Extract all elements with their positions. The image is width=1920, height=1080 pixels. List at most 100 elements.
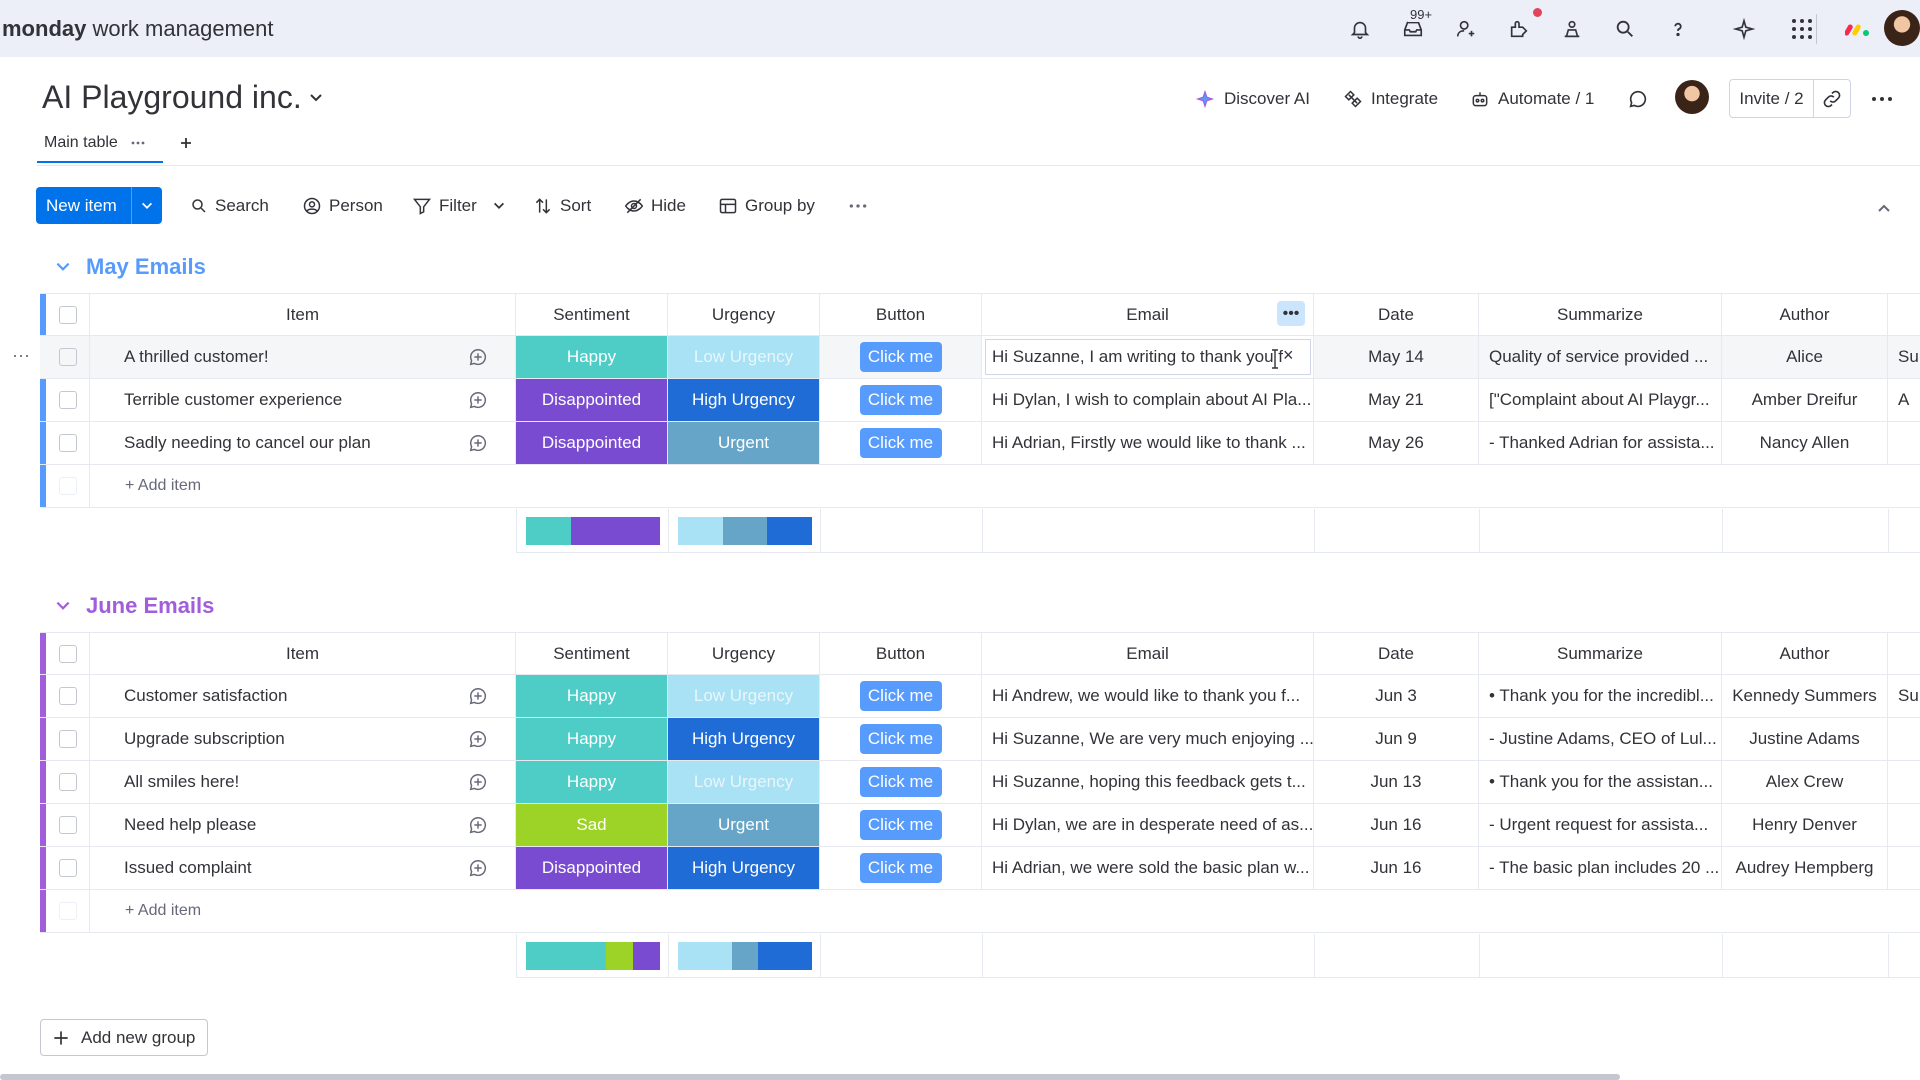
column-header-item[interactable]: Item	[90, 633, 516, 674]
select-all-checkbox[interactable]	[58, 305, 77, 324]
sort-button[interactable]: Sort	[533, 192, 591, 220]
person-filter-button[interactable]: Person	[302, 192, 383, 220]
click-me-button[interactable]: Click me	[859, 853, 942, 883]
ai-sparkle-icon[interactable]	[1731, 16, 1757, 42]
summary-cell[interactable]: - Urgent request for assista...	[1479, 804, 1722, 846]
summary-cell[interactable]: - Justine Adams, CEO of Lul...	[1479, 718, 1722, 760]
date-cell[interactable]: Jun 16	[1314, 847, 1479, 889]
urgency-summary[interactable]	[678, 934, 812, 978]
date-cell[interactable]: Jun 13	[1314, 761, 1479, 803]
sentiment-status[interactable]: Happy	[516, 336, 668, 378]
email-cell[interactable]: Hi Adrian, we were sold the basic plan w…	[982, 847, 1314, 889]
app-switcher-grid-icon[interactable]	[1789, 16, 1815, 42]
click-me-button[interactable]: Click me	[859, 342, 942, 372]
table-row[interactable]: Issued complaint Disappointed High Urgency…	[40, 847, 1920, 890]
add-item-link[interactable]: + Add item	[125, 477, 201, 495]
invite-button[interactable]: Invite / 2	[1730, 80, 1814, 117]
author-cell[interactable]: Justine Adams	[1722, 718, 1888, 760]
group-by-button[interactable]: Group by	[718, 192, 815, 220]
row-checkbox[interactable]	[58, 391, 77, 409]
clear-cell-icon[interactable]: ×	[1283, 345, 1294, 366]
sentiment-status[interactable]: Happy	[516, 761, 668, 803]
copy-link-icon[interactable]	[1814, 88, 1850, 110]
chevron-down-icon[interactable]	[492, 199, 506, 213]
author-cell[interactable]: Alex Crew	[1722, 761, 1888, 803]
chevron-down-icon[interactable]	[132, 199, 162, 213]
email-cell[interactable]: Hi Andrew, we would like to thank you f.…	[982, 675, 1314, 717]
automate-button[interactable]: Automate / 1	[1470, 84, 1594, 114]
column-header-urgency[interactable]: Urgency	[668, 633, 820, 674]
column-header-email[interactable]: Email	[982, 633, 1314, 674]
column-header-date[interactable]: Date	[1314, 294, 1479, 335]
board-owner-avatar[interactable]	[1675, 80, 1709, 114]
sentiment-status[interactable]: Happy	[516, 675, 668, 717]
item-name[interactable]: Issued complaint	[90, 847, 480, 889]
new-item-button[interactable]: New item	[36, 187, 132, 224]
column-header-extra[interactable]	[1888, 633, 1920, 674]
add-update-icon[interactable]	[440, 379, 516, 421]
author-cell[interactable]: Nancy Allen	[1722, 422, 1888, 464]
email-cell[interactable]: Hi Suzanne, I am writing to thank you f	[982, 336, 1314, 378]
updates-chat-icon[interactable]	[1627, 84, 1649, 114]
table-row[interactable]: Sadly needing to cancel our plan Disappoi…	[40, 422, 1920, 465]
author-cell[interactable]: Alice	[1722, 336, 1888, 378]
add-update-icon[interactable]	[440, 804, 516, 846]
select-all-checkbox[interactable]	[58, 644, 77, 663]
column-header-sentiment[interactable]: Sentiment	[516, 633, 668, 674]
column-header-sentiment[interactable]: Sentiment	[516, 294, 668, 335]
tab-main-table[interactable]: Main table	[44, 134, 118, 152]
author-cell[interactable]: Kennedy Summers	[1722, 675, 1888, 717]
group-title[interactable]: June Emails	[86, 593, 214, 619]
date-cell[interactable]: May 14	[1314, 336, 1479, 378]
discover-ai-button[interactable]: Discover AI	[1194, 84, 1310, 114]
group-title[interactable]: May Emails	[86, 254, 206, 280]
item-name[interactable]: Sadly needing to cancel our plan	[90, 422, 480, 464]
search-icon[interactable]	[1612, 16, 1638, 42]
column-header-summarize[interactable]: Summarize	[1479, 294, 1722, 335]
item-name[interactable]: Customer satisfaction	[90, 675, 480, 717]
row-checkbox[interactable]	[58, 773, 77, 791]
group-header[interactable]: May Emails	[54, 254, 206, 280]
row-checkbox[interactable]	[58, 859, 77, 877]
urgency-status[interactable]: Urgent	[668, 804, 820, 846]
email-column-menu-icon[interactable]: •••	[1277, 301, 1305, 326]
add-update-icon[interactable]	[440, 675, 516, 717]
summary-cell[interactable]: Quality of service provided ...	[1479, 336, 1722, 378]
hide-button[interactable]: Hide	[624, 192, 686, 220]
group-header[interactable]: June Emails	[54, 593, 214, 619]
summary-cell[interactable]: - The basic plan includes 20 ...	[1479, 847, 1722, 889]
add-view-icon[interactable]	[178, 135, 194, 151]
add-update-icon[interactable]	[440, 336, 516, 378]
urgency-summary[interactable]	[678, 509, 812, 553]
author-cell[interactable]: Henry Denver	[1722, 804, 1888, 846]
email-cell[interactable]: Hi Suzanne, We are very much enjoying ..…	[982, 718, 1314, 760]
filter-button[interactable]: Filter	[412, 192, 506, 220]
sentiment-status[interactable]: Disappointed	[516, 422, 668, 464]
summary-cell[interactable]: - Thanked Adrian for assista...	[1479, 422, 1722, 464]
bell-icon[interactable]	[1347, 16, 1373, 42]
add-item-row[interactable]: + Add item	[40, 465, 1920, 508]
brand-logo[interactable]: monday work management	[2, 16, 273, 42]
urgency-status[interactable]: High Urgency	[668, 379, 820, 421]
table-row[interactable]: A thrilled customer! Happy Low Urgency Clic…	[40, 336, 1920, 379]
sentiment-status[interactable]: Happy	[516, 718, 668, 760]
add-update-icon[interactable]	[440, 847, 516, 889]
click-me-button[interactable]: Click me	[859, 767, 942, 797]
user-avatar[interactable]	[1884, 10, 1920, 46]
email-cell[interactable]: Hi Dylan, we are in desperate need of as…	[982, 804, 1314, 846]
date-cell[interactable]: May 26	[1314, 422, 1479, 464]
row-checkbox[interactable]	[58, 434, 77, 452]
sentiment-status[interactable]: Sad	[516, 804, 668, 846]
column-header-author[interactable]: Author	[1722, 633, 1888, 674]
urgency-status[interactable]: High Urgency	[668, 847, 820, 889]
row-checkbox[interactable]	[58, 687, 77, 705]
urgency-status[interactable]: Low Urgency	[668, 675, 820, 717]
click-me-button[interactable]: Click me	[859, 385, 942, 415]
board-title[interactable]: AI Playground inc.	[42, 79, 302, 116]
column-header-date[interactable]: Date	[1314, 633, 1479, 674]
table-row[interactable]: Need help please Sad Urgent Click me Hi Dyla…	[40, 804, 1920, 847]
add-update-icon[interactable]	[440, 718, 516, 760]
chevron-down-icon[interactable]	[54, 597, 72, 615]
date-cell[interactable]: Jun 16	[1314, 804, 1479, 846]
add-update-icon[interactable]	[440, 422, 516, 464]
